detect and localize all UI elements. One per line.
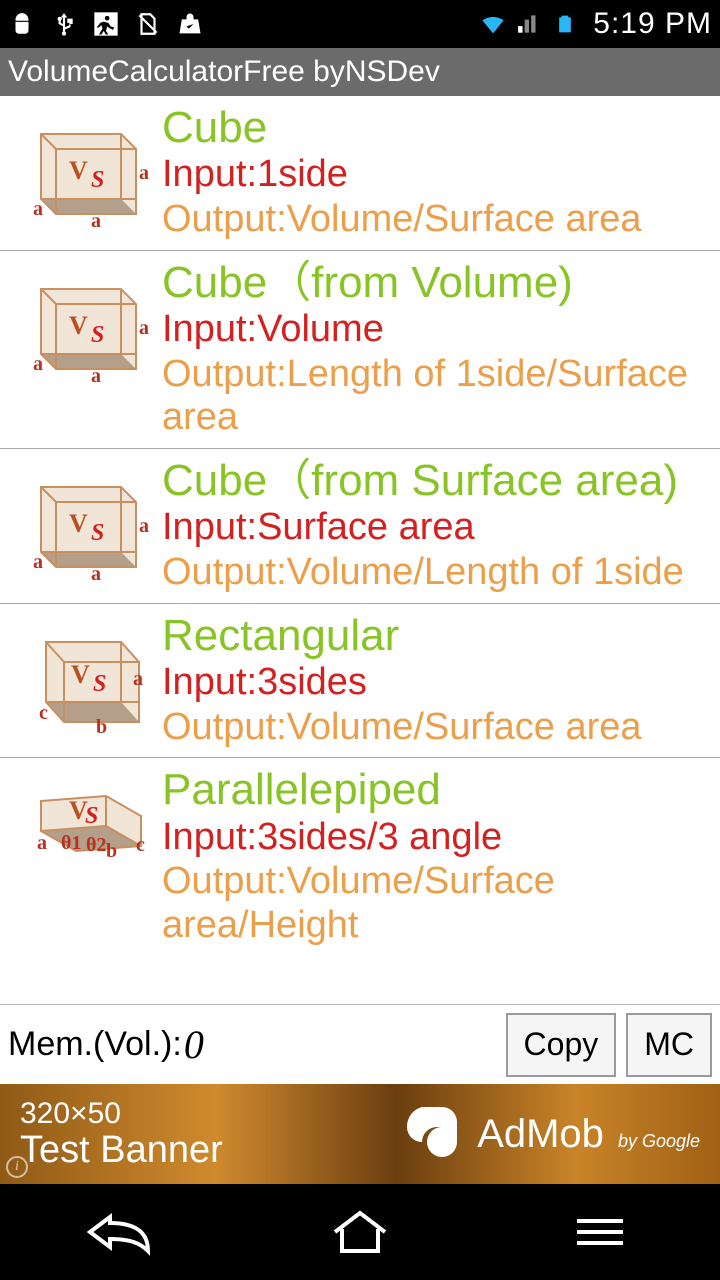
item-input: Input:Volume [162,307,714,353]
item-output: Output:Volume/Surface area [162,706,714,750]
svg-text:b: b [106,840,117,862]
svg-text:a: a [33,353,43,375]
mc-button[interactable]: MC [626,1013,712,1077]
svg-text:a: a [91,365,101,384]
battery-icon [551,10,579,38]
item-input: Input:Surface area [162,505,714,551]
status-bar: 5:19 PM [0,0,720,48]
svg-text:a: a [91,210,101,229]
item-title: Parallelepiped [162,766,714,814]
svg-text:b: b [96,716,107,737]
app-title: VolumeCalculatorFree byNSDev [8,55,440,89]
app-title-bar: VolumeCalculatorFree byNSDev [0,48,720,96]
memory-label: Mem.(Vol.): [8,1025,182,1064]
signal-icon [515,10,543,38]
svg-text:a: a [91,563,101,582]
cube-icon: V S a a a [6,259,156,389]
svg-text:a: a [139,162,149,184]
store-icon [176,10,204,38]
svg-text:S: S [85,803,98,829]
running-icon [92,10,120,38]
svg-text:S: S [93,671,106,697]
memory-value: 0 [184,1021,204,1068]
list-item-cube-from-volume[interactable]: V S a a a Cube（from Volume) Input:Volume… [0,251,720,449]
svg-text:V: V [69,156,88,185]
home-button[interactable] [300,1202,420,1262]
admob-logo-icon [397,1102,467,1167]
item-input: Input:3sides [162,660,714,706]
svg-text:S: S [91,167,104,193]
item-title: Rectangular [162,612,714,660]
svg-text:V: V [69,311,88,340]
item-input: Input:3sides/3 angle [162,815,714,861]
svg-text:S: S [91,322,104,348]
item-title: Cube（from Surface area) [162,457,714,505]
svg-text:a: a [37,832,47,854]
svg-text:V: V [69,509,88,538]
navigation-bar [0,1184,720,1280]
recent-button[interactable] [540,1202,660,1262]
wifi-icon [479,10,507,38]
item-title: Cube [162,104,714,152]
ad-info-icon[interactable]: i [6,1156,28,1178]
item-output: Output:Volume/Surface area [162,198,714,242]
memory-bar: Mem.(Vol.): 0 Copy MC [0,1004,720,1084]
item-output: Output:Length of 1side/Surface area [162,353,714,440]
svg-text:c: c [136,834,145,856]
admob-bygoogle: by Google [618,1131,700,1152]
list-item-rectangular[interactable]: V S a b c Rectangular Input:3sides Outpu… [0,604,720,759]
list-item-cube-from-surface[interactable]: V S a a a Cube（from Surface area) Input:… [0,449,720,604]
item-output: Output:Volume/Length of 1side [162,551,714,595]
svg-text:a: a [33,198,43,220]
sim-off-icon [134,10,162,38]
svg-text:θ1: θ1 [61,832,81,854]
svg-text:S: S [91,520,104,546]
back-button[interactable] [60,1202,180,1262]
list-item-cube[interactable]: V S a a a Cube Input:1side Output:Volume… [0,96,720,251]
admob-brand: AdMob [477,1112,604,1157]
ad-banner[interactable]: i 320×50 Test Banner AdMob by Google [0,1084,720,1184]
list-item-parallelepiped[interactable]: a b c θ1 θ2 V S Parallelepiped Input:3si… [0,758,720,955]
parallelepiped-icon: a b c θ1 θ2 V S [6,766,156,866]
svg-text:θ2: θ2 [86,834,106,856]
shape-list[interactable]: V S a a a Cube Input:1side Output:Volume… [0,96,720,1004]
cube-icon: V S a a a [6,457,156,587]
status-clock: 5:19 PM [593,7,712,41]
svg-text:a: a [133,668,143,690]
cube-icon: V S a a a [6,104,156,234]
copy-button[interactable]: Copy [506,1013,617,1077]
android-debug-icon [8,10,36,38]
item-input: Input:1side [162,152,714,198]
svg-text:a: a [33,551,43,573]
svg-text:a: a [139,515,149,537]
ad-dimensions: 320×50 [20,1097,223,1130]
rectangular-icon: V S a b c [6,612,156,742]
svg-text:V: V [71,660,90,689]
svg-text:a: a [139,317,149,339]
ad-test-label: Test Banner [20,1130,223,1172]
svg-text:c: c [39,702,48,724]
item-output: Output:Volume/Surface area/Height [162,860,714,947]
item-title: Cube（from Volume) [162,259,714,307]
usb-icon [50,10,78,38]
